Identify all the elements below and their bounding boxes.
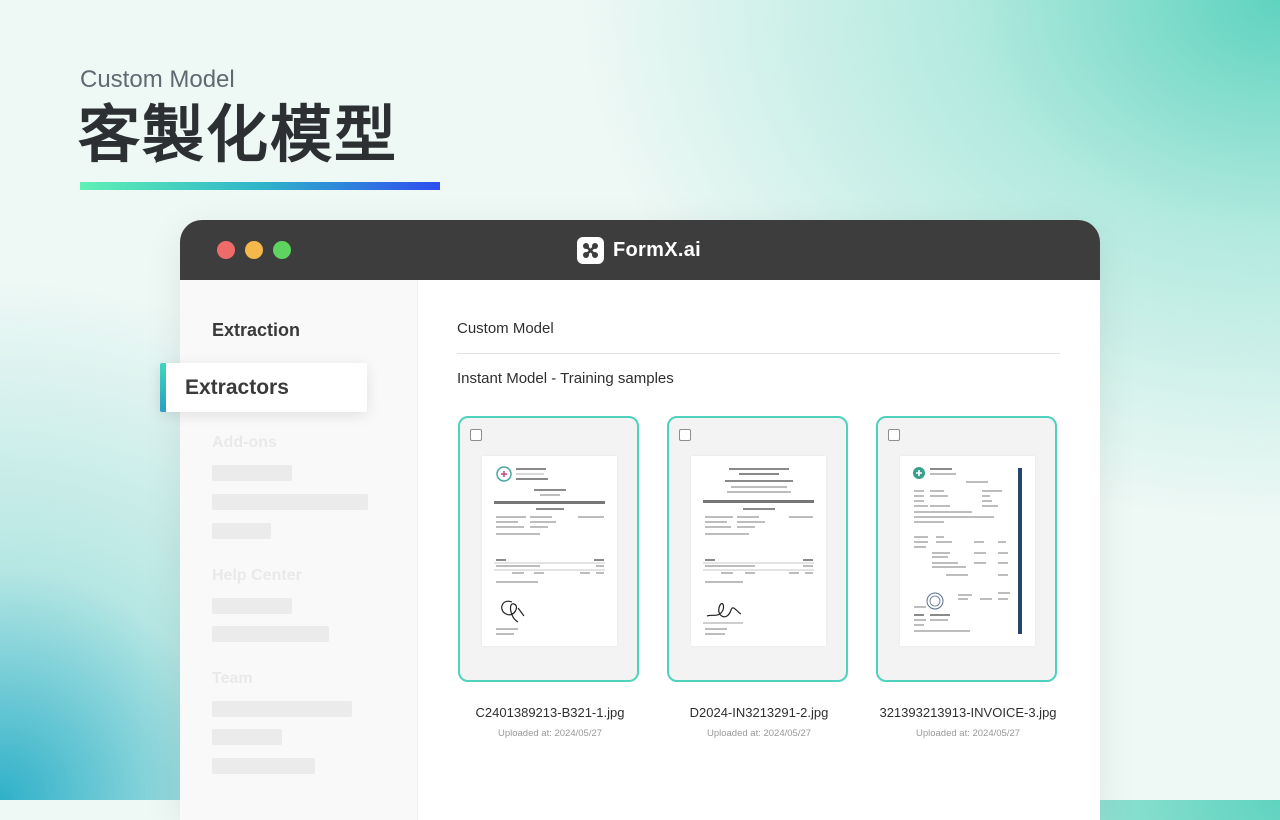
sample-card[interactable] xyxy=(667,416,848,682)
sidebar-placeholder-item xyxy=(212,758,315,774)
close-window-button[interactable] xyxy=(217,241,235,259)
select-checkbox[interactable] xyxy=(470,429,482,441)
active-indicator xyxy=(160,363,166,412)
sidebar-placeholder-item xyxy=(212,701,352,717)
divider xyxy=(457,353,1060,354)
select-checkbox[interactable] xyxy=(888,429,900,441)
sidebar-placeholder-item xyxy=(212,598,292,614)
sidebar-item-label: Extractors xyxy=(185,376,289,399)
hero-title: 客製化模型 xyxy=(78,101,399,170)
brand: FormX.ai xyxy=(577,236,701,264)
file-name[interactable]: C2401389213-B321-1.jpg xyxy=(430,705,670,720)
signature-icon xyxy=(501,600,525,623)
sidebar-item-extractors[interactable]: Extractors xyxy=(160,363,367,412)
sidebar: Extraction Add-ons Help Center Team xyxy=(180,280,418,820)
document-thumbnail xyxy=(900,456,1035,646)
document-thumbnail xyxy=(482,456,617,646)
upload-date: Uploaded at: 2024/05/27 xyxy=(915,728,1021,739)
breadcrumb[interactable]: Custom Model xyxy=(457,320,554,337)
sample-card[interactable] xyxy=(876,416,1057,682)
minimize-window-button[interactable] xyxy=(245,241,263,259)
sidebar-placeholder-item xyxy=(212,729,282,745)
window-titlebar: FormX.ai xyxy=(180,220,1100,280)
sidebar-heading-extraction: Extraction xyxy=(212,320,301,340)
hero-subtitle: Custom Model xyxy=(80,66,235,93)
hospital-logo-icon xyxy=(913,467,925,479)
sidebar-placeholder-item xyxy=(212,523,271,539)
sidebar-section-add-ons: Add-ons xyxy=(212,434,277,451)
upload-date: Uploaded at: 2024/05/27 xyxy=(706,728,812,739)
sidebar-placeholder-item xyxy=(212,494,368,510)
sidebar-section-help-center: Help Center xyxy=(212,567,302,584)
formx-logo-icon xyxy=(577,236,604,264)
file-name[interactable]: D2024-IN3213291-2.jpg xyxy=(639,705,879,720)
brand-name: FormX.ai xyxy=(613,238,701,261)
maximize-window-button[interactable] xyxy=(273,241,291,259)
stamp-icon xyxy=(926,592,944,610)
sidebar-section-team: Team xyxy=(212,670,253,687)
app-window: FormX.ai Extraction Add-ons Help Center … xyxy=(180,220,1100,820)
sidebar-placeholder-item xyxy=(212,626,329,642)
select-checkbox[interactable] xyxy=(679,429,691,441)
document-thumbnail xyxy=(691,456,826,646)
hero-underline xyxy=(80,182,440,190)
sample-card[interactable] xyxy=(458,416,639,682)
main-content: Custom Model Instant Model - Training sa… xyxy=(418,280,1100,820)
section-title: Instant Model - Training samples xyxy=(457,370,674,387)
sidebar-placeholder-item xyxy=(212,465,292,481)
clinic-logo-icon xyxy=(496,466,512,482)
file-name[interactable]: 321393213913-INVOICE-3.jpg xyxy=(848,705,1088,720)
upload-date: Uploaded at: 2024/05/27 xyxy=(497,728,603,739)
